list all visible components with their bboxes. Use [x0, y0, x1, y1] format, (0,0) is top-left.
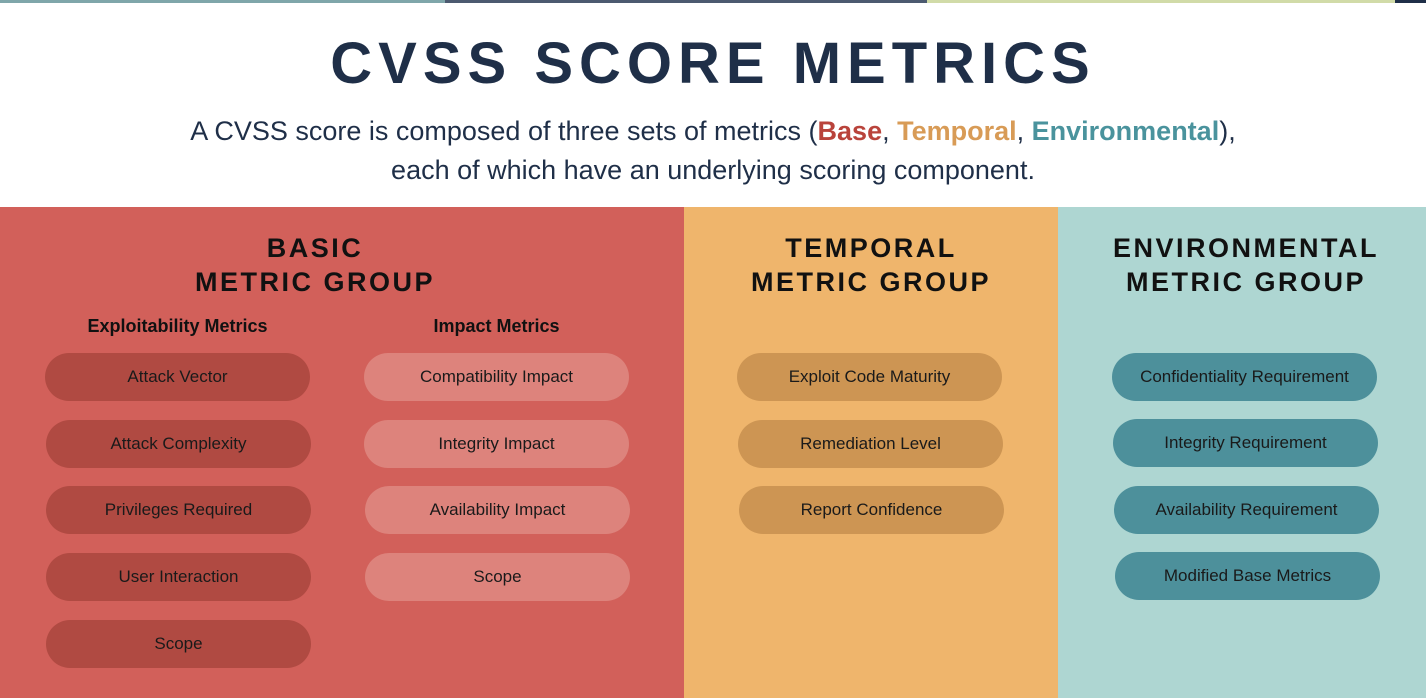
- top-accent-bar: [0, 0, 1426, 3]
- keyword-temporal: Temporal: [897, 116, 1017, 146]
- environmental-group-title: ENVIRONMENTAL METRIC GROUP: [1058, 231, 1426, 299]
- title-line: BASIC: [266, 233, 364, 263]
- title-line: METRIC GROUP: [1125, 267, 1366, 297]
- accent-segment: [445, 0, 927, 3]
- subtitle-line-2: each of which have an underlying scoring…: [391, 155, 1035, 185]
- metric-user-interaction: User Interaction: [46, 553, 311, 601]
- title-line: ENVIRONMENTAL: [1113, 233, 1379, 263]
- basic-group-title: BASIC METRIC GROUP: [0, 231, 630, 299]
- metric-impact-scope: Scope: [365, 553, 630, 601]
- keyword-environmental: Environmental: [1031, 116, 1220, 146]
- metric-modified-base-metrics: Modified Base Metrics: [1115, 552, 1380, 600]
- accent-segment: [1395, 0, 1426, 3]
- separator: ,: [1016, 116, 1032, 146]
- keyword-base: Base: [817, 116, 883, 146]
- metric-scope: Scope: [46, 620, 311, 668]
- title-line: TEMPORAL: [785, 233, 957, 263]
- metric-compatibility-impact: Compatibility Impact: [364, 353, 629, 401]
- title-line: METRIC GROUP: [750, 267, 991, 297]
- separator: ,: [882, 116, 898, 146]
- metric-privileges-required: Privileges Required: [46, 486, 311, 534]
- metric-availability-impact: Availability Impact: [365, 486, 630, 534]
- subtitle: A CVSS score is composed of three sets o…: [0, 112, 1426, 190]
- accent-segment: [927, 0, 1395, 3]
- basic-metric-group-panel: BASIC METRIC GROUP Exploitability Metric…: [0, 207, 684, 698]
- impact-metrics-heading: Impact Metrics: [433, 316, 560, 336]
- environmental-metric-group-panel: ENVIRONMENTAL METRIC GROUP Confidentiali…: [1058, 207, 1426, 698]
- metric-report-confidence: Report Confidence: [739, 486, 1004, 534]
- exploitability-metrics-heading: Exploitability Metrics: [87, 316, 268, 336]
- metric-integrity-requirement: Integrity Requirement: [1113, 419, 1378, 467]
- subtitle-line-1: A CVSS score is composed of three sets o…: [0, 112, 1426, 151]
- title-line: METRIC GROUP: [194, 267, 435, 297]
- accent-segment: [0, 0, 445, 3]
- metric-attack-vector: Attack Vector: [45, 353, 310, 401]
- metric-integrity-impact: Integrity Impact: [364, 420, 629, 468]
- temporal-group-title: TEMPORAL METRIC GROUP: [684, 231, 1058, 299]
- metric-attack-complexity: Attack Complexity: [46, 420, 311, 468]
- metric-exploit-code-maturity: Exploit Code Maturity: [737, 353, 1002, 401]
- page-title: CVSS SCORE METRICS: [330, 31, 1096, 96]
- temporal-metric-group-panel: TEMPORAL METRIC GROUP Exploit Code Matur…: [684, 207, 1058, 698]
- metric-availability-requirement: Availability Requirement: [1114, 486, 1379, 534]
- metric-confidentiality-requirement: Confidentiality Requirement: [1112, 353, 1377, 401]
- metric-remediation-level: Remediation Level: [738, 420, 1003, 468]
- subtitle-text: ),: [1219, 116, 1236, 146]
- subtitle-text: A CVSS score is composed of three sets o…: [190, 116, 818, 146]
